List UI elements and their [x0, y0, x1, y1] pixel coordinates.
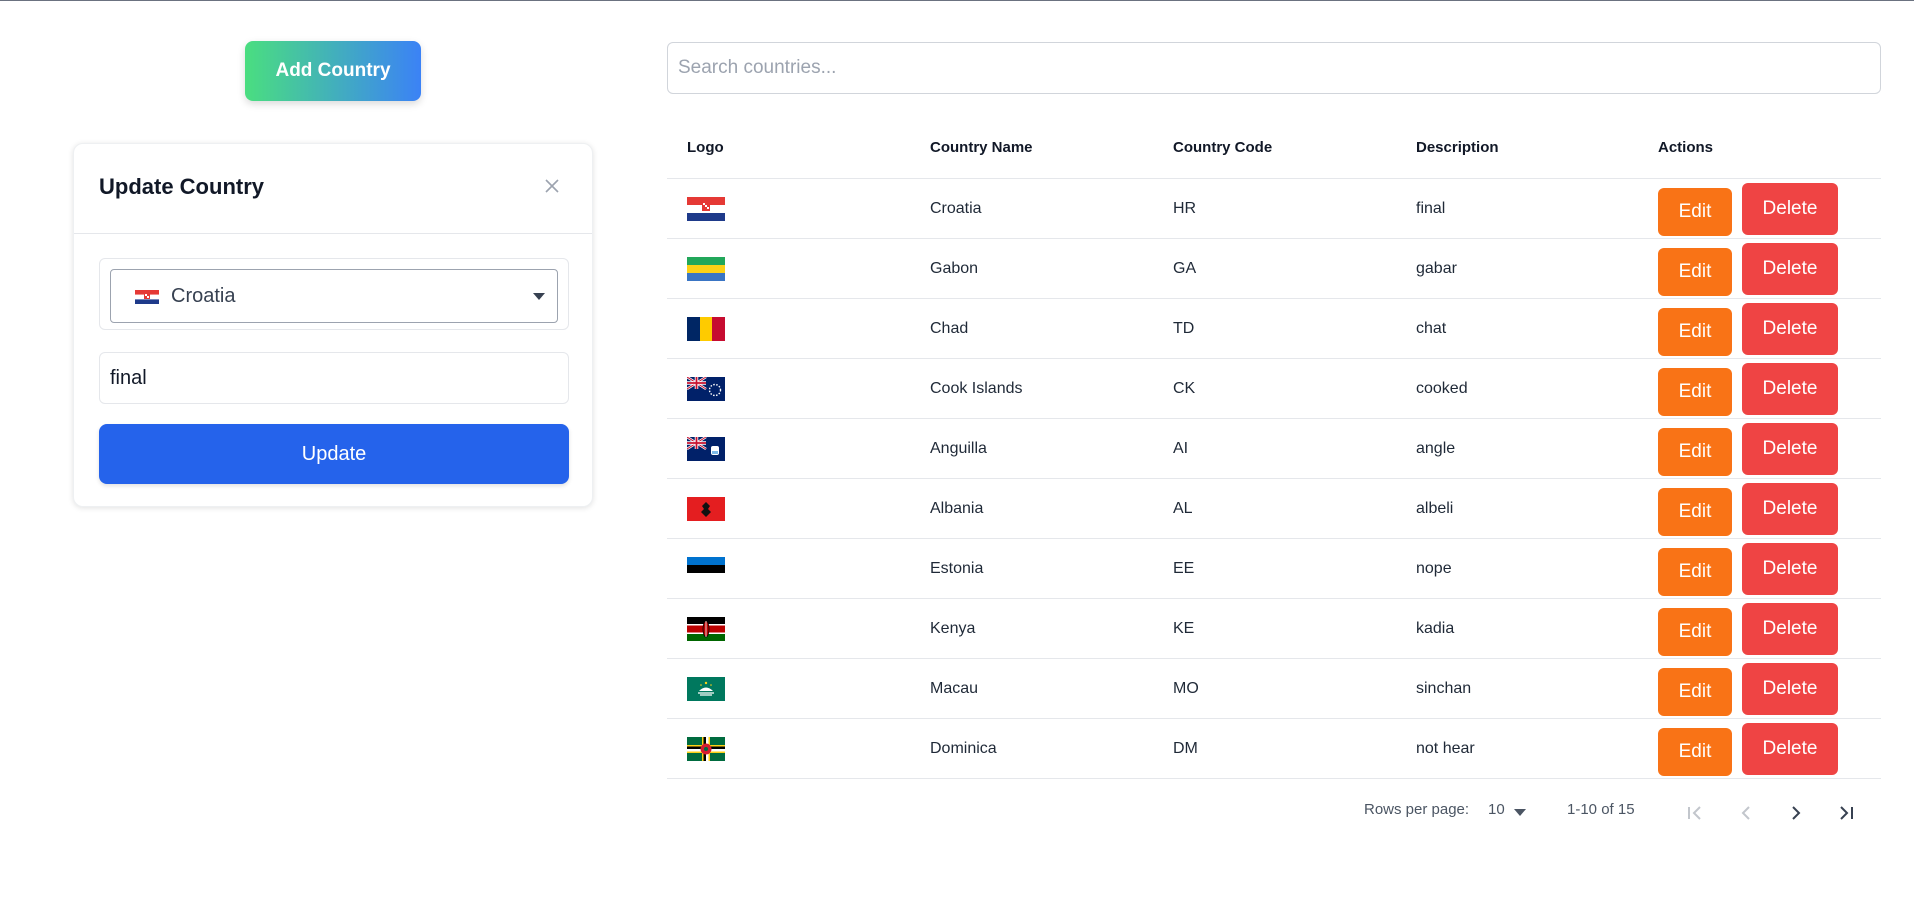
description-cell: kadia	[1416, 620, 1455, 637]
edit-button[interactable]: Edit	[1658, 248, 1732, 296]
previous-page-icon[interactable]	[1736, 803, 1756, 823]
table-row: Dominica DM not hear Edit Delete	[667, 719, 1881, 779]
country-code-cell: AL	[1173, 500, 1193, 517]
croatia-flag-icon	[135, 290, 159, 304]
description-cell: chat	[1416, 320, 1447, 337]
search-input[interactable]	[667, 42, 1881, 94]
edit-button[interactable]: Edit	[1658, 548, 1732, 596]
edit-button[interactable]: Edit	[1658, 668, 1732, 716]
delete-button[interactable]: Delete	[1742, 663, 1838, 715]
table-row: Gabon GA gabar Edit Delete	[667, 239, 1881, 299]
country-name-cell: Anguilla	[930, 440, 987, 457]
table-row: Albania AL albeli Edit Delete	[667, 479, 1881, 539]
modal-title: Update Country	[99, 174, 264, 199]
rows-per-page-select[interactable]: 10	[1488, 801, 1505, 818]
table-row: Kenya KE kadia Edit Delete	[667, 599, 1881, 659]
table-header: Logo Country Name Country Code Descripti…	[667, 119, 1881, 179]
description-cell: angle	[1416, 440, 1456, 457]
country-select-wrapper: Croatia	[99, 258, 569, 330]
close-icon[interactable]	[542, 176, 562, 196]
estonia-flag-icon	[687, 557, 725, 581]
table-row: Cook Islands CK cooked Edit Delete	[667, 359, 1881, 419]
country-code-cell: EE	[1173, 560, 1195, 577]
edit-button[interactable]: Edit	[1658, 428, 1732, 476]
selected-country-label: Croatia	[171, 285, 236, 307]
description-input[interactable]	[99, 352, 569, 404]
column-header-logo: Logo	[687, 139, 724, 156]
table-row: Chad TD chat Edit Delete	[667, 299, 1881, 359]
delete-button[interactable]: Delete	[1742, 303, 1838, 355]
caret-down-icon	[533, 293, 545, 300]
gabon-flag-icon	[687, 257, 725, 281]
add-country-button[interactable]: Add Country	[245, 41, 421, 101]
country-code-cell: MO	[1173, 680, 1199, 697]
country-name-cell: Macau	[930, 680, 979, 697]
edit-button[interactable]: Edit	[1658, 728, 1732, 776]
rows-per-page-label: Rows per page:	[1364, 801, 1470, 818]
update-country-modal: Update Country Croatia Update	[73, 143, 593, 507]
update-button[interactable]: Update	[99, 424, 569, 484]
albania-flag-icon	[687, 497, 725, 521]
column-header-description: Description	[1416, 139, 1499, 156]
delete-button[interactable]: Delete	[1742, 183, 1838, 235]
column-header-country-name: Country Name	[930, 139, 1033, 156]
edit-button[interactable]: Edit	[1658, 368, 1732, 416]
country-code-cell: DM	[1173, 740, 1198, 757]
table-row: Estonia EE nope Edit Delete	[667, 539, 1881, 599]
delete-button[interactable]: Delete	[1742, 603, 1838, 655]
countries-table: Logo Country Name Country Code Descripti…	[667, 119, 1881, 779]
description-cell: albeli	[1416, 500, 1454, 517]
column-header-country-code: Country Code	[1173, 139, 1273, 156]
country-code-cell: TD	[1173, 320, 1195, 337]
country-name-cell: Estonia	[930, 560, 984, 577]
macau-flag-icon	[687, 677, 725, 701]
delete-button[interactable]: Delete	[1742, 543, 1838, 595]
croatia-flag-icon	[687, 197, 725, 221]
country-code-cell: KE	[1173, 620, 1195, 637]
country-name-cell: Cook Islands	[930, 380, 1023, 397]
delete-button[interactable]: Delete	[1742, 243, 1838, 295]
modal-header: Update Country	[74, 144, 592, 234]
next-page-icon[interactable]	[1786, 803, 1806, 823]
edit-button[interactable]: Edit	[1658, 488, 1732, 536]
kenya-flag-icon	[687, 617, 725, 641]
edit-button[interactable]: Edit	[1658, 608, 1732, 656]
description-cell: nope	[1416, 560, 1452, 577]
delete-button[interactable]: Delete	[1742, 363, 1838, 415]
country-code-cell: CK	[1173, 380, 1196, 397]
edit-button[interactable]: Edit	[1658, 188, 1732, 236]
table-row: Anguilla AI angle Edit Delete	[667, 419, 1881, 479]
dominica-flag-icon	[687, 737, 725, 761]
cook-islands-flag-icon	[687, 377, 725, 401]
country-name-cell: Croatia	[930, 200, 982, 217]
country-name-cell: Gabon	[930, 260, 979, 277]
edit-button[interactable]: Edit	[1658, 308, 1732, 356]
table-row: Croatia HR final Edit Delete	[667, 179, 1881, 239]
description-cell: not hear	[1416, 740, 1475, 757]
caret-down-icon[interactable]	[1514, 809, 1526, 817]
description-cell: sinchan	[1416, 680, 1472, 697]
country-code-cell: GA	[1173, 260, 1197, 277]
last-page-icon[interactable]	[1836, 803, 1856, 823]
delete-button[interactable]: Delete	[1742, 423, 1838, 475]
chad-flag-icon	[687, 317, 725, 341]
column-header-actions: Actions	[1658, 139, 1714, 156]
description-cell: final	[1416, 200, 1446, 217]
description-cell: cooked	[1416, 380, 1468, 397]
description-cell: gabar	[1416, 260, 1457, 277]
delete-button[interactable]: Delete	[1742, 723, 1838, 775]
country-name-cell: Chad	[930, 320, 969, 337]
delete-button[interactable]: Delete	[1742, 483, 1838, 535]
country-select[interactable]: Croatia	[110, 269, 558, 323]
country-code-cell: HR	[1173, 200, 1197, 217]
country-name-cell: Kenya	[930, 620, 976, 637]
country-name-cell: Albania	[930, 500, 984, 517]
table-row: Macau MO sinchan Edit Delete	[667, 659, 1881, 719]
country-code-cell: AI	[1173, 440, 1189, 457]
first-page-icon[interactable]	[1685, 803, 1705, 823]
pagination-range: 1-10 of 15	[1567, 801, 1635, 818]
anguilla-flag-icon	[687, 437, 725, 461]
country-name-cell: Dominica	[930, 740, 997, 757]
